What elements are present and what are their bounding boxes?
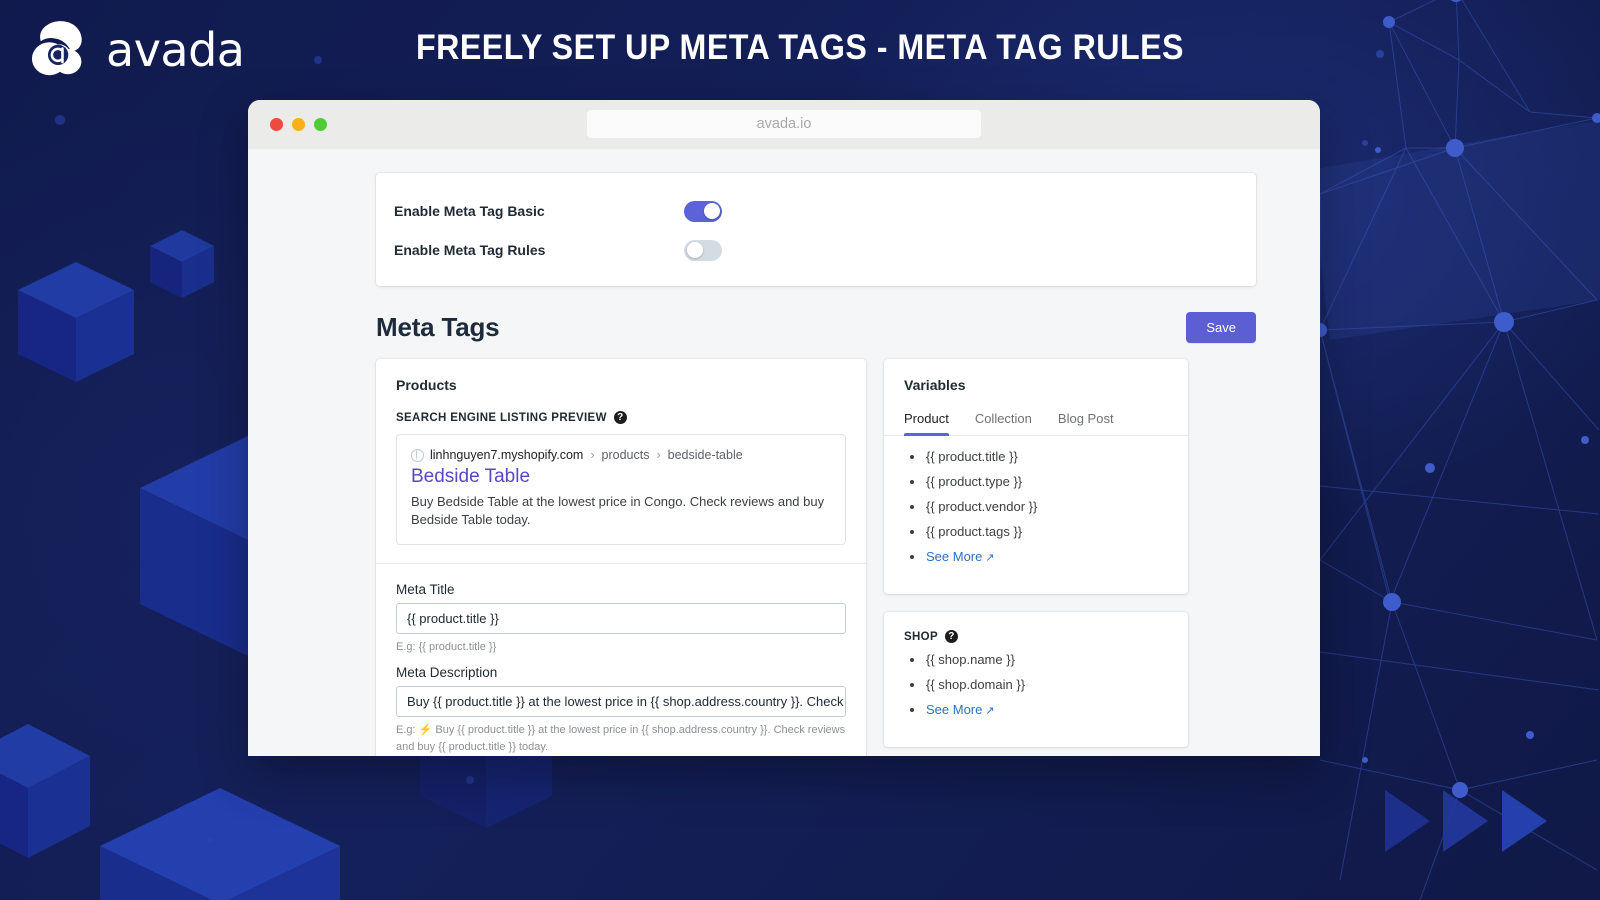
browser-window: avada.io Enable Meta Tag Basic Enable Me… bbox=[248, 100, 1320, 756]
list-item: {{ shop.name }} bbox=[904, 653, 1168, 666]
list-item: {{ shop.domain }} bbox=[904, 678, 1168, 691]
help-icon[interactable]: ? bbox=[613, 411, 627, 424]
meta-fields-section: Meta Title {{ product.title }} E.g: {{ p… bbox=[376, 564, 866, 756]
avada-logo: avada bbox=[28, 19, 245, 81]
serp-description: Buy Bedside Table at the lowest price in… bbox=[411, 494, 825, 527]
list-item: {{ product.type }} bbox=[904, 475, 1168, 488]
address-bar-text: avada.io bbox=[756, 116, 812, 132]
browser-titlebar: avada.io bbox=[248, 100, 1320, 149]
enable-meta-tag-basic-label: Enable Meta Tag Basic bbox=[394, 203, 545, 219]
external-link-icon[interactable]: ↗ bbox=[985, 552, 994, 564]
list-item: {{ product.vendor }} bbox=[904, 500, 1168, 513]
variables-heading: Variables bbox=[904, 377, 966, 393]
close-window-button[interactable] bbox=[270, 118, 283, 131]
maximize-window-button[interactable] bbox=[314, 118, 327, 131]
enable-settings-card: Enable Meta Tag Basic Enable Meta Tag Ru… bbox=[376, 173, 1256, 286]
search-engine-listing-preview-label: SEARCH ENGINE LISTING PREVIEW ? bbox=[396, 411, 846, 424]
serp-crumb-handle: bedside-table bbox=[667, 448, 743, 462]
serp-crumb-products: products bbox=[601, 448, 650, 462]
enable-meta-tag-basic-toggle[interactable] bbox=[684, 200, 722, 222]
list-item: See More ↗ bbox=[904, 703, 1168, 717]
triangle-decoration-group bbox=[1385, 790, 1547, 852]
products-preview-section: Products SEARCH ENGINE LISTING PREVIEW ?… bbox=[376, 359, 866, 563]
tab-product[interactable]: Product bbox=[904, 411, 949, 436]
product-variable-list: {{ product.title }} {{ product.type }} {… bbox=[904, 450, 1168, 564]
meta-description-input[interactable]: Buy {{ product.title }} at the lowest pr… bbox=[396, 686, 846, 718]
right-column: Variables Product Collection Blog Post {… bbox=[884, 359, 1188, 747]
page-header: avada FREELY SET UP META TAGS - META TAG… bbox=[0, 0, 1600, 100]
serp-preview: linhnguyen7.myshopify.com › products › b… bbox=[396, 434, 846, 545]
address-bar[interactable]: avada.io bbox=[587, 110, 981, 138]
page-title: Meta Tags bbox=[376, 312, 500, 342]
help-icon[interactable]: ? bbox=[945, 630, 958, 643]
meta-title-input[interactable]: {{ product.title }} bbox=[396, 602, 846, 634]
external-link-icon[interactable]: ↗ bbox=[985, 705, 994, 717]
enable-meta-tag-basic-row: Enable Meta Tag Basic bbox=[394, 196, 1256, 226]
minimize-window-button[interactable] bbox=[292, 118, 305, 131]
toggle-knob bbox=[703, 203, 720, 219]
brand-name: avada bbox=[106, 23, 245, 77]
serp-title[interactable]: Bedside Table bbox=[411, 466, 831, 488]
variables-tabs: Product Collection Blog Post bbox=[884, 411, 1188, 436]
left-column: Products SEARCH ENGINE LISTING PREVIEW ?… bbox=[376, 359, 866, 756]
variables-card: Variables Product Collection Blog Post {… bbox=[884, 359, 1188, 594]
list-item: {{ product.tags }} bbox=[904, 525, 1168, 538]
enable-meta-tag-rules-toggle[interactable] bbox=[684, 239, 722, 261]
banner-title: FREELY SET UP META TAGS - META TAG RULES bbox=[416, 28, 1184, 67]
meta-title-hint: E.g: {{ product.title }} bbox=[396, 640, 497, 653]
hint-body: Buy {{ product.title }} at the lowest pr… bbox=[396, 724, 846, 753]
shop-see-more-link[interactable]: See More bbox=[926, 702, 982, 717]
shop-heading: SHOP bbox=[904, 630, 938, 643]
window-controls bbox=[270, 118, 327, 131]
shop-heading-row: SHOP ? bbox=[904, 630, 1168, 643]
enable-meta-tag-rules-row: Enable Meta Tag Rules bbox=[394, 235, 1256, 265]
content-columns: Products SEARCH ENGINE LISTING PREVIEW ?… bbox=[376, 359, 1256, 756]
products-heading: Products bbox=[396, 377, 457, 393]
enable-meta-tag-rules-label: Enable Meta Tag Rules bbox=[394, 242, 546, 258]
variables-see-more-link[interactable]: See More bbox=[926, 549, 982, 564]
avada-cloud-logo-icon bbox=[31, 21, 82, 76]
hint-prefix: E.g: bbox=[396, 724, 416, 737]
serp-separator: › bbox=[656, 448, 661, 462]
tab-collection[interactable]: Collection bbox=[975, 411, 1032, 435]
save-button[interactable]: Save bbox=[1186, 312, 1256, 343]
shop-variable-list: {{ shop.name }} {{ shop.domain }} See Mo… bbox=[904, 653, 1168, 717]
preview-label-text: SEARCH ENGINE LISTING PREVIEW bbox=[396, 411, 607, 424]
toggle-knob bbox=[686, 242, 703, 258]
globe-icon bbox=[411, 448, 424, 462]
list-item: See More ↗ bbox=[904, 550, 1168, 564]
meta-title-label: Meta Title bbox=[396, 581, 455, 597]
products-card: Products SEARCH ENGINE LISTING PREVIEW ?… bbox=[376, 359, 866, 756]
page-title-row: Meta Tags Save bbox=[376, 312, 1256, 343]
shop-card: SHOP ? {{ shop.name }} {{ shop.domain }}… bbox=[884, 612, 1188, 747]
meta-description-hint: E.g: ⚡ Buy {{ product.title }} at the lo… bbox=[396, 722, 846, 755]
serp-url-line: linhnguyen7.myshopify.com › products › b… bbox=[411, 448, 831, 462]
lightning-bolt-icon: ⚡ bbox=[418, 724, 433, 737]
serp-separator: › bbox=[590, 448, 595, 462]
serp-domain: linhnguyen7.myshopify.com bbox=[430, 448, 584, 462]
tab-blog-post[interactable]: Blog Post bbox=[1058, 411, 1114, 435]
app-viewport: Enable Meta Tag Basic Enable Meta Tag Ru… bbox=[248, 149, 1320, 756]
list-item: {{ product.title }} bbox=[904, 450, 1168, 463]
meta-description-label: Meta Description bbox=[396, 665, 498, 681]
